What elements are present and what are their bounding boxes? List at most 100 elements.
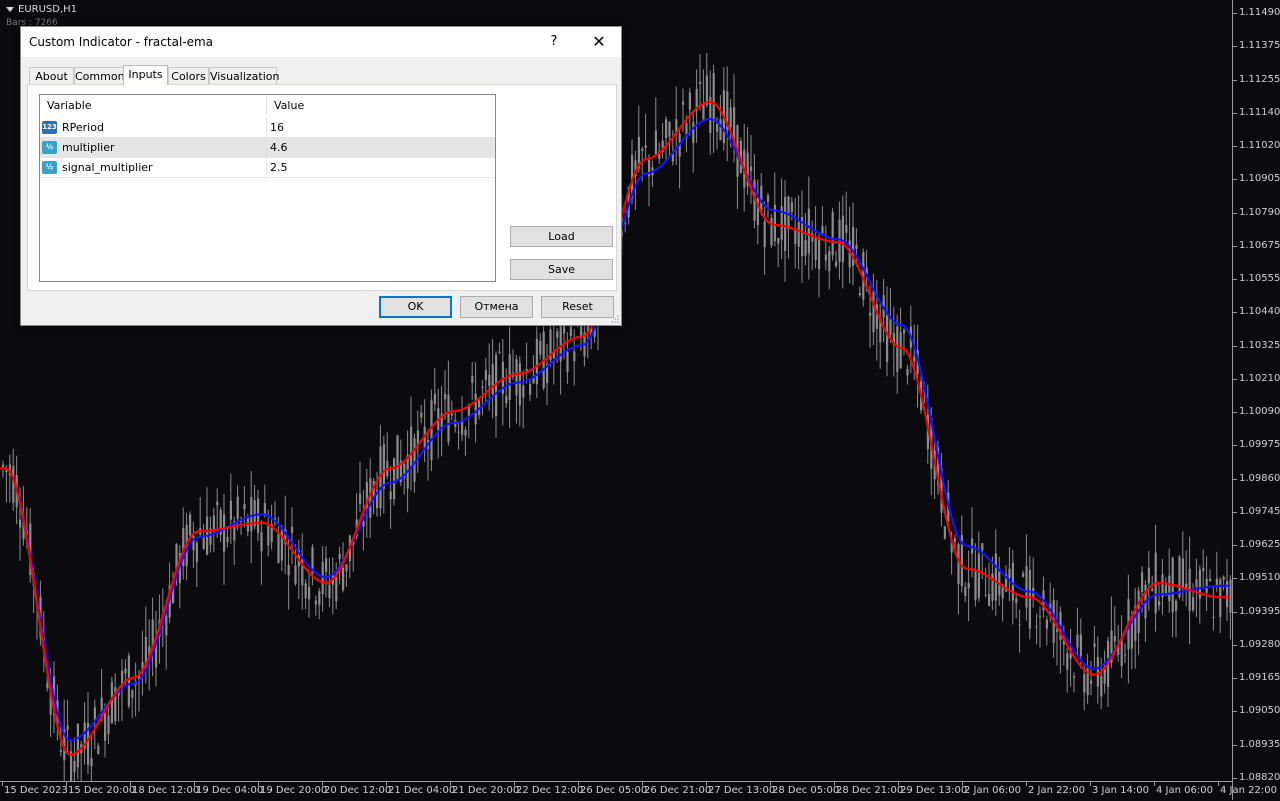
candle-body <box>1076 634 1079 648</box>
candle-body <box>712 73 715 123</box>
time-tick <box>258 782 259 786</box>
tab-colors[interactable]: Colors <box>168 67 209 84</box>
time-tick <box>2 782 3 786</box>
candle-body <box>46 682 49 689</box>
time-tick <box>1090 782 1091 786</box>
price-tick <box>1233 79 1237 81</box>
candle-body <box>1147 567 1150 584</box>
dialog-title: Custom Indicator - fractal-ema <box>29 35 214 49</box>
candle-body <box>1090 680 1093 684</box>
candle-body <box>644 145 647 148</box>
dialog-title-bar[interactable]: Custom Indicator - fractal-ema ? ✕ <box>21 27 621 57</box>
time-tick <box>898 782 899 786</box>
candle-body <box>294 565 297 584</box>
candle-body <box>835 261 838 267</box>
candle-body <box>267 526 270 546</box>
table-row[interactable]: ½ multiplier 4.6 <box>40 138 495 158</box>
time-axis[interactable]: 15 Dec 2023 15 Dec 20:00 18 Dec 12:00 19 De… <box>0 781 1277 801</box>
candle-body <box>1039 615 1042 617</box>
tab-inputs[interactable]: Inputs <box>123 65 168 85</box>
candle-body <box>818 239 821 270</box>
candle-body <box>104 712 107 741</box>
candle-body <box>821 226 824 234</box>
candle-body <box>505 395 508 404</box>
candle-body <box>342 568 345 591</box>
table-row[interactable]: 123 RPeriod 16 <box>40 118 495 138</box>
time-label: 4 Jan 22:00 <box>1220 785 1277 796</box>
collapse-triangle-icon[interactable] <box>6 6 14 12</box>
candle-body <box>107 715 110 734</box>
ok-button[interactable]: OK <box>379 296 452 318</box>
load-button[interactable]: Load <box>510 226 613 247</box>
candle-body <box>396 435 399 480</box>
candle-body <box>1212 616 1215 618</box>
candle-body <box>665 119 668 138</box>
price-label: 1.10555 <box>1239 273 1280 284</box>
candle-body <box>814 236 817 261</box>
column-header-value[interactable]: Value <box>267 95 495 117</box>
price-label: 1.10675 <box>1239 239 1280 251</box>
resize-grip-icon[interactable] <box>611 315 619 323</box>
candle-body <box>1205 578 1208 593</box>
candle-body <box>869 312 872 316</box>
candle-body <box>110 682 113 724</box>
candle-body <box>641 148 644 151</box>
variable-value[interactable]: 4.6 <box>270 138 288 158</box>
price-label: 1.09975 <box>1239 439 1280 451</box>
candle-body <box>1195 579 1198 588</box>
time-label: 2 Jan 22:00 <box>1028 785 1085 796</box>
time-label: 21 Dec 20:00 <box>452 785 520 796</box>
price-tick <box>1233 578 1237 580</box>
candle-body <box>518 363 521 406</box>
price-tick <box>1233 744 1237 746</box>
time-tick <box>578 782 579 786</box>
price-label: 1.10210 <box>1239 372 1280 384</box>
candle-body <box>974 571 977 600</box>
candle-body <box>447 394 450 442</box>
reset-button[interactable]: Reset <box>541 296 614 318</box>
candle-body <box>70 751 73 781</box>
price-axis[interactable]: 1.11490 1.11375 1.11255 1.11140 1.11020 1.109… <box>1232 0 1280 800</box>
candle-body <box>1113 635 1116 642</box>
candle-body <box>260 532 263 552</box>
price-label: 1.10090 <box>1239 406 1280 417</box>
candle-body <box>1124 654 1127 656</box>
time-label: 28 Dec 21:00 <box>836 785 904 796</box>
candle-body <box>345 564 348 572</box>
integer-type-icon: 123 <box>42 121 57 134</box>
save-button[interactable]: Save <box>510 259 613 280</box>
price-tick <box>1233 445 1237 447</box>
tab-common[interactable]: Common <box>74 67 125 84</box>
table-row[interactable]: ½ signal_multiplier 2.5 <box>40 158 495 178</box>
candle-body <box>212 515 215 531</box>
variable-value[interactable]: 16 <box>270 118 284 138</box>
time-tick <box>514 782 515 786</box>
candle-body <box>59 750 62 752</box>
candle-body <box>1018 624 1021 626</box>
time-label: 20 Dec 12:00 <box>324 785 392 796</box>
candle-body <box>841 215 844 263</box>
time-tick <box>450 782 451 786</box>
column-header-variable[interactable]: Variable <box>40 95 266 117</box>
time-tick <box>1218 782 1219 786</box>
candle-body <box>291 526 294 533</box>
tab-visualization[interactable]: Visualization <box>209 67 279 84</box>
candle-body <box>488 374 491 386</box>
time-label: 19 Dec 04:00 <box>196 785 264 796</box>
candle-body <box>189 514 192 535</box>
close-button[interactable]: ✕ <box>583 30 615 54</box>
candle-body <box>828 251 831 272</box>
cancel-button[interactable]: Отмена <box>460 296 533 318</box>
candle-body <box>539 340 542 355</box>
candle-body <box>216 501 219 506</box>
candle-body <box>699 81 702 85</box>
price-label: 1.09050 <box>1239 705 1280 717</box>
variable-value[interactable]: 2.5 <box>270 158 288 178</box>
candle-body <box>807 208 810 254</box>
candle-body <box>943 526 946 539</box>
tab-about[interactable]: About <box>29 67 74 84</box>
price-label: 1.09625 <box>1239 539 1280 550</box>
candle-body <box>729 107 732 128</box>
help-button[interactable]: ? <box>539 31 569 53</box>
candle-body <box>328 584 331 599</box>
